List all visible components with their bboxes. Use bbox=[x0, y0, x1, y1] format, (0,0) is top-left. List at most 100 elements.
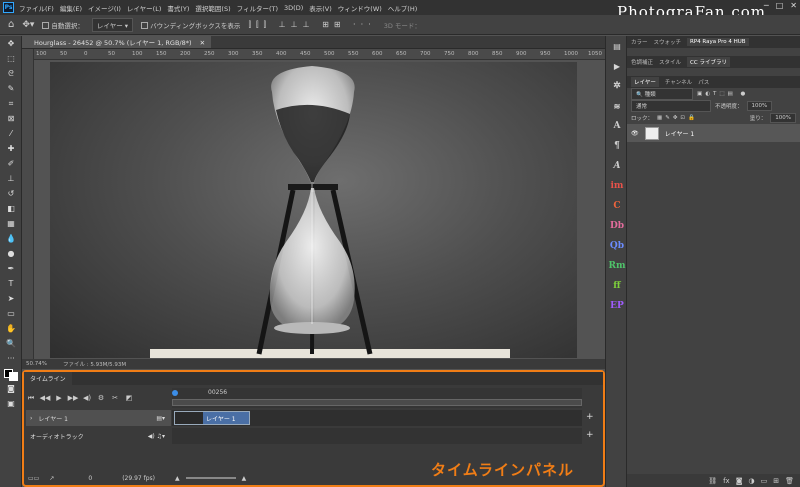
kind-dropdown[interactable]: 🔍 種類 bbox=[631, 88, 693, 100]
quick-mask-icon[interactable]: ◙ bbox=[0, 381, 22, 396]
plugin-db-icon[interactable]: Db bbox=[606, 216, 628, 236]
screen-mode-icon[interactable]: ▣ bbox=[0, 396, 22, 411]
menu-filter[interactable]: フィルター(T) bbox=[237, 3, 278, 13]
stamp-tool-icon[interactable]: ⊥ bbox=[0, 171, 22, 186]
gradient-tool-icon[interactable]: ▦ bbox=[0, 216, 22, 231]
close-icon[interactable]: ✕ bbox=[790, 1, 797, 10]
zoom-in-icon[interactable]: ▲ bbox=[242, 475, 247, 482]
dodge-tool-icon[interactable]: ● bbox=[0, 246, 22, 261]
expand-chevron-icon[interactable]: › bbox=[30, 415, 32, 422]
blur-tool-icon[interactable]: 💧 bbox=[0, 231, 22, 246]
color-swatches-icon[interactable] bbox=[0, 366, 22, 381]
plugin-c-icon[interactable]: C bbox=[606, 196, 628, 216]
first-frame-icon[interactable]: ⏮ bbox=[24, 394, 38, 403]
tab-adjustments[interactable]: 色調補正 bbox=[631, 58, 653, 66]
film-icon[interactable]: ▤▾ bbox=[156, 415, 165, 422]
playhead-icon[interactable] bbox=[172, 390, 178, 396]
split-icon[interactable]: ✂ bbox=[108, 394, 122, 402]
layer-track-header[interactable]: › レイヤー 1 ▤▾ bbox=[26, 410, 171, 426]
character-icon[interactable]: A bbox=[606, 116, 628, 136]
work-area-bar[interactable] bbox=[172, 399, 582, 406]
blend-mode-dropdown[interactable]: 通常 bbox=[631, 100, 711, 112]
brush-tool-icon[interactable]: ✐ bbox=[0, 156, 22, 171]
visibility-eye-icon[interactable]: 👁 bbox=[631, 130, 639, 137]
video-clip[interactable]: レイヤー 1 bbox=[174, 411, 250, 425]
healing-brush-tool-icon[interactable]: ✚ bbox=[0, 141, 22, 156]
settings-icon[interactable]: ⚙ bbox=[94, 394, 108, 402]
tab-cc-libraries[interactable]: CC ライブラリ bbox=[687, 57, 730, 67]
opacity-input[interactable]: 100% bbox=[746, 101, 773, 111]
tab-channels[interactable]: チャンネル bbox=[665, 78, 692, 86]
path-select-tool-icon[interactable]: ➤ bbox=[0, 291, 22, 306]
lasso-tool-icon[interactable]: ᘓ bbox=[0, 66, 22, 81]
menu-file[interactable]: ファイル(F) bbox=[19, 3, 54, 13]
menu-layer[interactable]: レイヤー(L) bbox=[127, 3, 162, 13]
quick-select-tool-icon[interactable]: ✎ bbox=[0, 81, 22, 96]
menu-type[interactable]: 書式(Y) bbox=[167, 3, 189, 13]
plugin-qb-icon[interactable]: Qb bbox=[606, 236, 628, 256]
maximize-icon[interactable]: □ bbox=[776, 1, 784, 10]
brushes-icon[interactable]: ≋ bbox=[606, 96, 628, 116]
zoom-out-icon[interactable]: ▲ bbox=[175, 475, 180, 482]
eyedropper-tool-icon[interactable]: ⁄ bbox=[0, 126, 22, 141]
plugin-im-icon[interactable]: im bbox=[606, 176, 628, 196]
move-tool-icon[interactable]: ✥▾ bbox=[22, 20, 34, 30]
minimize-icon[interactable]: ─ bbox=[764, 1, 769, 10]
glyphs-icon[interactable]: A bbox=[606, 156, 628, 176]
auto-select-checkbox[interactable]: 自動選択： bbox=[42, 20, 84, 30]
fill-input[interactable]: 100% bbox=[770, 113, 796, 123]
tab-paths[interactable]: パス bbox=[698, 78, 709, 86]
link-icon[interactable]: ⛓ bbox=[708, 477, 717, 485]
more-tools-icon[interactable]: ··· bbox=[0, 351, 22, 366]
sun-icon[interactable]: ✲ bbox=[606, 76, 628, 96]
document-canvas[interactable] bbox=[50, 62, 577, 358]
layer-item[interactable]: 👁 レイヤー 1 bbox=[627, 124, 800, 142]
play-icon[interactable]: ▶ bbox=[52, 394, 66, 402]
plugin-ff-icon[interactable]: ff bbox=[606, 276, 628, 296]
render-icon[interactable]: ↗ bbox=[49, 475, 54, 482]
menu-help[interactable]: ヘルプ(H) bbox=[388, 3, 417, 13]
play-actions-icon[interactable]: ▶ bbox=[606, 56, 628, 76]
new-layer-icon[interactable]: ⊞ bbox=[773, 477, 779, 485]
tab-styles[interactable]: スタイル bbox=[659, 58, 681, 66]
type-tool-icon[interactable]: T bbox=[0, 276, 22, 291]
align-icons[interactable]: ⫿⫿⫿ ⊥⊥⊥ ⊞⊞ ··· bbox=[248, 20, 375, 30]
next-frame-icon[interactable]: ▶▶ bbox=[66, 394, 80, 402]
frame-tool-icon[interactable]: ⊠ bbox=[0, 111, 22, 126]
prev-frame-icon[interactable]: ◀◀ bbox=[38, 394, 52, 402]
menu-window[interactable]: ウィンドウ(W) bbox=[338, 3, 382, 13]
move-tool-icon[interactable]: ✥ bbox=[0, 36, 22, 51]
history-brush-tool-icon[interactable]: ↺ bbox=[0, 186, 22, 201]
home-icon[interactable]: ⌂ bbox=[8, 19, 14, 30]
plugin-rm-icon[interactable]: Rm bbox=[606, 256, 628, 276]
paragraph-icon[interactable]: ¶ bbox=[606, 136, 628, 156]
timeline-tab[interactable]: タイムライン bbox=[24, 372, 72, 385]
menu-view[interactable]: 表示(V) bbox=[309, 3, 332, 13]
menu-select[interactable]: 選択範囲(S) bbox=[195, 3, 230, 13]
menu-edit[interactable]: 編集(E) bbox=[60, 3, 82, 13]
hand-tool-icon[interactable]: ✋ bbox=[0, 321, 22, 336]
plugin-ep-icon[interactable]: EP bbox=[606, 296, 628, 316]
auto-select-dropdown[interactable]: レイヤー ▾ bbox=[91, 17, 134, 32]
add-media-icon[interactable]: + bbox=[586, 412, 594, 422]
history-icon[interactable]: ▤ bbox=[606, 36, 628, 56]
zoom-slider[interactable] bbox=[185, 477, 236, 479]
lock-icons[interactable]: ▦✎✥⊡🔒 bbox=[657, 115, 698, 121]
menu-3d[interactable]: 3D(D) bbox=[284, 4, 303, 12]
marquee-tool-icon[interactable]: ⬚ bbox=[0, 51, 22, 66]
mask-icon[interactable]: ◙ bbox=[736, 477, 743, 485]
pen-tool-icon[interactable]: ✒ bbox=[0, 261, 22, 276]
audio-mute-icon[interactable]: ◀) ♫▾ bbox=[148, 433, 165, 440]
group-icon[interactable]: ▭ bbox=[761, 477, 768, 485]
transition-icon[interactable]: ◩ bbox=[122, 394, 136, 402]
convert-frames-icon[interactable]: ▭▭ bbox=[28, 475, 39, 482]
shape-tool-icon[interactable]: ▭ bbox=[0, 306, 22, 321]
document-tab[interactable]: Hourglass - 26452 @ 50.7% (レイヤー 1, RGB/8… bbox=[22, 36, 212, 48]
tab-raya-pro[interactable]: RP4 Raya Pro 4 HUB bbox=[687, 38, 749, 46]
trash-icon[interactable]: 🗑 bbox=[785, 477, 794, 485]
adjustment-icon[interactable]: ◑ bbox=[749, 477, 755, 485]
tab-layers[interactable]: レイヤー bbox=[631, 77, 659, 87]
add-audio-icon[interactable]: + bbox=[586, 430, 594, 440]
audio-track-header[interactable]: オーディオトラック ◀) ♫▾ bbox=[26, 428, 171, 444]
filter-icons[interactable]: ▣◐T⬚▤ ● bbox=[697, 91, 748, 97]
